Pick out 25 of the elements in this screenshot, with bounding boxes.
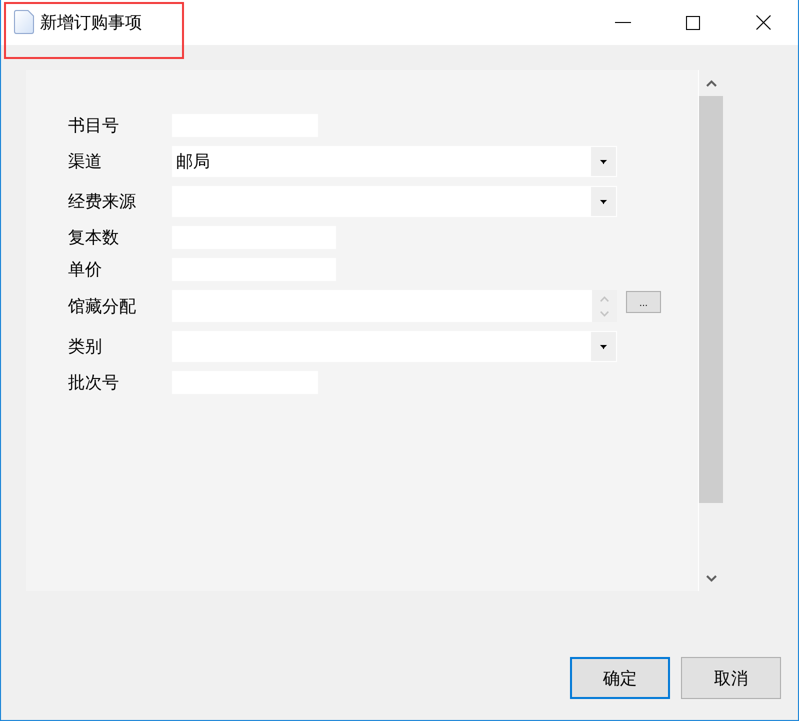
minimize-icon	[615, 22, 631, 23]
chevron-down-icon[interactable]	[706, 574, 716, 582]
dropdown-field[interactable]: 邮局	[172, 146, 617, 177]
caret-icon[interactable]	[591, 147, 616, 176]
field-label: 单价	[68, 259, 103, 281]
dialog-button[interactable]: 取消	[681, 657, 781, 699]
document-icon	[14, 10, 34, 34]
field-label: 复本数	[68, 227, 120, 249]
window-title: 新增订购事项	[40, 12, 142, 34]
caret-icon[interactable]	[591, 187, 616, 216]
field-label: 馆藏分配	[68, 296, 137, 318]
close-icon	[756, 15, 770, 30]
dialog-button[interactable]: 确定	[570, 657, 670, 699]
scrollbar-thumb[interactable]	[699, 96, 723, 503]
chevron-up-icon[interactable]	[706, 80, 716, 86]
field-label: 书目号	[68, 115, 120, 137]
browse-button[interactable]: ...	[626, 291, 661, 313]
field-label: 渠道	[68, 151, 103, 173]
field-label: 经费来源	[68, 191, 137, 213]
caret-icon[interactable]	[591, 332, 616, 361]
field-label: 批次号	[68, 372, 120, 394]
dropdown-field[interactable]	[172, 331, 617, 362]
maximize-icon	[686, 16, 700, 30]
dropdown-field[interactable]	[172, 186, 617, 217]
field-label: 类别	[68, 336, 103, 358]
